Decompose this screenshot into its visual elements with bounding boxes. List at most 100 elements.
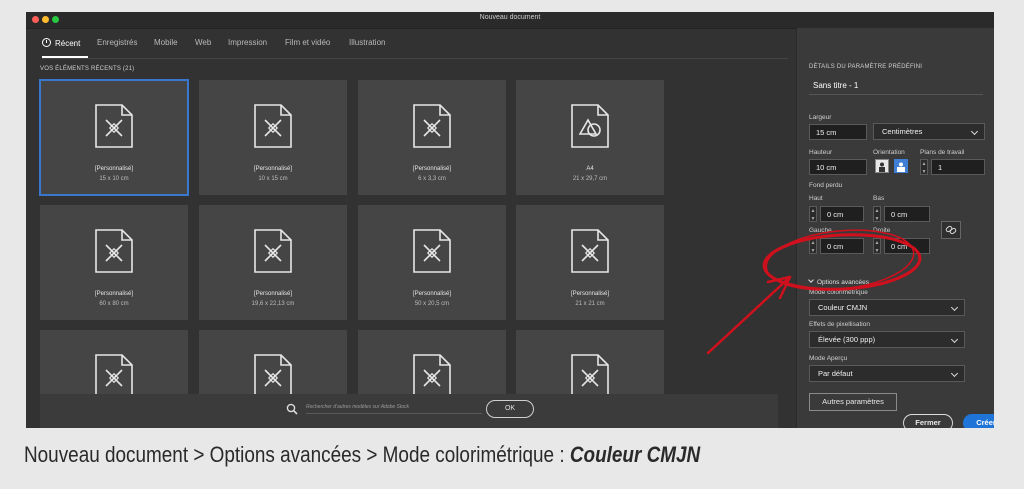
chevron-down-icon [950, 335, 959, 344]
search-icon [286, 403, 298, 415]
window-title: Nouveau document [479, 14, 541, 21]
bleed-bottom-input[interactable]: 0 cm [884, 206, 930, 222]
document-shapes-icon [570, 104, 610, 148]
close-button[interactable]: Fermer [903, 414, 953, 428]
recent-preset-tile[interactable]: [Personnalisé] 15 x 10 cm [39, 79, 189, 196]
portrait-orientation-button[interactable] [875, 159, 889, 173]
tile-title: [Personnalisé] [253, 166, 293, 172]
bleed-right-stepper[interactable]: ▲ ▼ [873, 238, 881, 254]
advanced-options-toggle[interactable]: Options avancées [808, 277, 869, 286]
name-underline [809, 94, 983, 95]
bleed-left-stepper[interactable]: ▲ ▼ [809, 238, 817, 254]
tile-dimensions: 21 x 21 cm [575, 301, 605, 307]
tab-print[interactable]: Impression [228, 38, 267, 47]
tile-dimensions: 15 x 10 cm [99, 176, 129, 182]
new-document-dialog: Nouveau document Récent Enregistrés Mobi… [26, 12, 994, 428]
chevron-down-icon [808, 277, 814, 283]
landscape-orientation-button[interactable] [894, 159, 908, 173]
width-input[interactable]: 15 cm [809, 124, 867, 140]
caption-emphasis: Couleur CMJN [569, 442, 701, 467]
width-label: Largeur [809, 114, 832, 121]
document-name-field[interactable]: Sans titre - 1 [813, 81, 858, 90]
document-pencil-icon [94, 104, 134, 148]
bleed-top-input[interactable]: 0 cm [820, 206, 864, 222]
tile-dimensions: 60 x 80 cm [99, 301, 129, 307]
document-pencil-icon [94, 354, 134, 398]
caption: Nouveau document > Options avancées > Mo… [24, 442, 700, 468]
recent-preset-tile[interactable]: A4 21 x 29,7 cm [516, 80, 664, 195]
tile-title: [Personnalisé] [94, 166, 134, 172]
orientation-label: Orientation [873, 149, 905, 156]
tile-dimensions: 50 x 20,5 cm [414, 301, 450, 307]
document-pencil-icon [570, 354, 610, 398]
more-settings-button[interactable]: Autres paramètres [809, 393, 897, 411]
color-mode-select[interactable]: Couleur CMJN [809, 299, 965, 316]
tab-film-video[interactable]: Film et vidéo [285, 38, 330, 47]
tile-title: [Personnalisé] [570, 291, 610, 297]
caption-text: Nouveau document > Options avancées > Mo… [24, 442, 570, 467]
units-select[interactable]: Centimètres [873, 123, 985, 140]
document-pencil-icon [412, 229, 452, 273]
chevron-down-icon [950, 303, 959, 312]
tile-dimensions: 6 x 3,3 cm [418, 176, 446, 182]
chain-link-icon [945, 225, 957, 235]
bleed-top-label: Haut [809, 195, 823, 202]
bleed-top-stepper[interactable]: ▲ ▼ [809, 206, 817, 222]
color-mode-label: Mode colorimétrique [809, 289, 868, 296]
bleed-left-label: Gauche [809, 227, 832, 234]
recent-preset-tile[interactable]: [Personnalisé] 60 x 80 cm [40, 205, 188, 320]
tabs-divider [42, 58, 788, 59]
raster-effects-select[interactable]: Élevée (300 ppp) [809, 331, 965, 348]
document-pencil-icon [570, 229, 610, 273]
tile-title: [Personnalisé] [94, 291, 134, 297]
document-pencil-icon [253, 229, 293, 273]
height-label: Hauteur [809, 149, 833, 156]
tile-dimensions: 21 x 29,7 cm [572, 176, 608, 182]
height-input[interactable]: 10 cm [809, 159, 867, 175]
stock-search-bar: Rechercher d'autres modèles sur Adobe St… [40, 394, 778, 428]
preview-mode-select[interactable]: Par défaut [809, 365, 965, 382]
document-pencil-icon [412, 104, 452, 148]
artboards-stepper[interactable]: ▲ ▼ [920, 159, 928, 175]
title-bar: Nouveau document [26, 12, 994, 29]
landscape-icon [897, 162, 905, 172]
recent-preset-tile[interactable]: [Personnalisé] 50 x 20,5 cm [358, 205, 506, 320]
preset-details-heading: DÉTAILS DU PARAMÈTRE PRÉDÉFINI [809, 64, 923, 70]
tab-saved[interactable]: Enregistrés [97, 38, 137, 47]
recent-items-header: VOS ÉLÉMENTS RÉCENTS (21) [40, 66, 135, 72]
portrait-icon [879, 162, 885, 172]
bleed-bottom-stepper[interactable]: ▲ ▼ [873, 206, 881, 222]
tab-web[interactable]: Web [195, 38, 211, 47]
bleed-right-label: Droite [873, 227, 891, 234]
recent-preset-tile[interactable]: [Personnalisé] 6 x 3,3 cm [358, 80, 506, 195]
recent-preset-tile[interactable]: [Personnalisé] 10 x 15 cm [199, 80, 347, 195]
ok-button[interactable]: OK [486, 400, 534, 418]
tile-title: [Personnalisé] [412, 291, 452, 297]
recent-preset-tile[interactable]: [Personnalisé] 21 x 21 cm [516, 205, 664, 320]
tile-title: [Personnalisé] [412, 166, 452, 172]
artboards-input[interactable]: 1 [931, 159, 985, 175]
document-pencil-icon [94, 229, 134, 273]
bleed-label: Fond perdu [809, 182, 843, 189]
recent-preset-tile[interactable]: [Personnalisé] 19,6 x 22,13 cm [199, 205, 347, 320]
document-pencil-icon [253, 104, 293, 148]
bleed-left-input[interactable]: 0 cm [820, 238, 864, 254]
tile-title: A4 [586, 166, 594, 172]
document-pencil-icon [412, 354, 452, 398]
stock-search-input[interactable]: Rechercher d'autres modèles sur Adobe St… [306, 404, 482, 414]
bleed-bottom-label: Bas [873, 195, 885, 202]
tile-dimensions: 19,6 x 22,13 cm [251, 301, 295, 307]
tile-title: [Personnalisé] [253, 291, 293, 297]
chevron-down-icon [970, 127, 979, 136]
preset-details-panel: DÉTAILS DU PARAMÈTRE PRÉDÉFINI Sans titr… [796, 28, 994, 428]
tab-illustration[interactable]: Illustration [349, 38, 385, 47]
tab-mobile[interactable]: Mobile [154, 38, 178, 47]
link-bleed-button[interactable] [941, 221, 961, 239]
create-button[interactable]: Créer [963, 414, 994, 428]
tile-dimensions: 10 x 15 cm [258, 176, 288, 182]
bleed-right-input[interactable]: 0 cm [884, 238, 930, 254]
tab-recent[interactable]: Récent [42, 38, 80, 48]
raster-effects-label: Effets de pixellisation [809, 321, 870, 328]
clock-icon [42, 38, 51, 47]
preview-mode-label: Mode Aperçu [809, 355, 848, 362]
